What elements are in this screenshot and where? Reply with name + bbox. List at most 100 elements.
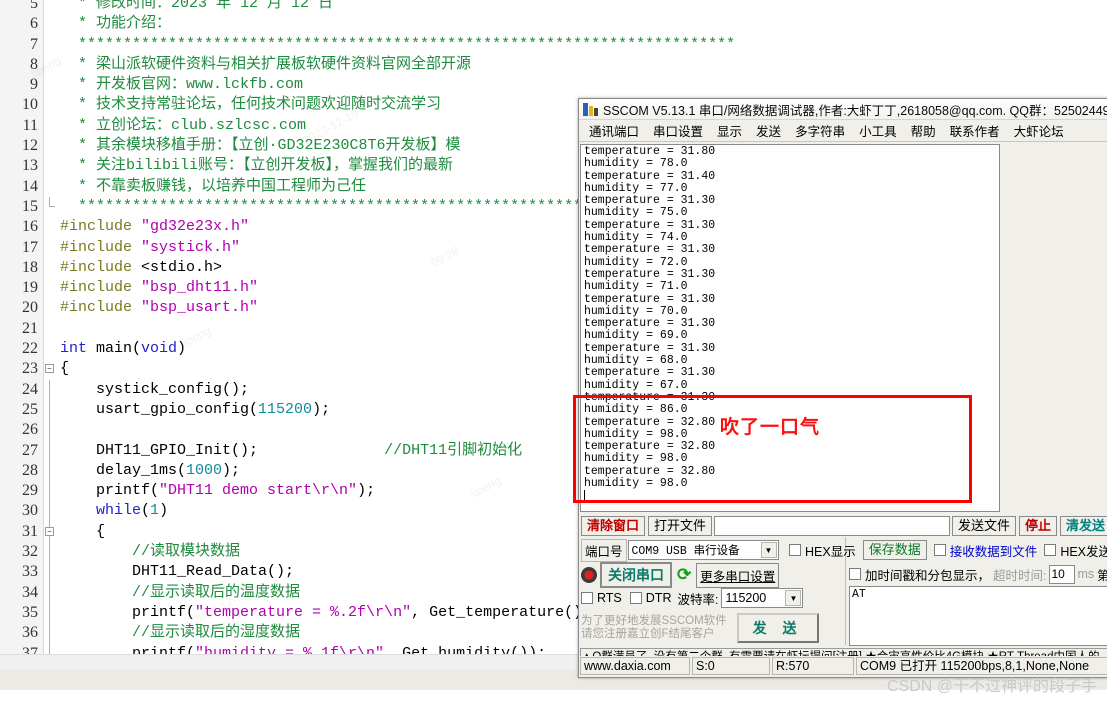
line-number: 13 [22, 157, 38, 175]
terminal-line: temperature = 31.30 [584, 366, 716, 380]
line-number: 34 [22, 583, 38, 601]
fold-toggle-icon[interactable]: − [45, 526, 54, 536]
menu-item-2[interactable]: 显示 [710, 119, 749, 142]
code-text: printf("DHT11 demo start\r\n"); [60, 482, 376, 500]
timeout-input[interactable]: 10 [1048, 564, 1075, 584]
line-number: 12 [22, 137, 38, 155]
fold-guide-line [49, 582, 50, 603]
timestamp-settings-row[interactable]: 加时间戳和分包显示， 超时时间: 10 ms 第 1 字节 [849, 563, 1107, 585]
more-port-settings-button[interactable]: 更多串口设置 [696, 562, 780, 588]
code-text: systick_config(); [60, 380, 250, 398]
line-number: 16 [22, 218, 38, 236]
close-port-button[interactable]: 关闭串口 [600, 562, 672, 588]
line-number: 14 [22, 177, 38, 195]
line-number: 6 [30, 15, 38, 33]
fold-guide-line [49, 420, 50, 441]
line-number: 35 [22, 603, 38, 621]
refresh-icon[interactable]: ⟳ [677, 565, 691, 585]
hex-send-checkbox[interactable] [1044, 544, 1057, 556]
line-number: 18 [22, 258, 38, 276]
save-data-button[interactable]: 保存数据 [862, 540, 927, 560]
code-line[interactable]: 7 **************************************… [0, 35, 1107, 55]
registration-promo-text: 为了更好地发展SSCOM软件 请您注册嘉立创F结尾客户 [581, 615, 727, 640]
code-text: * 立创论坛：club.szlcsc.com [60, 116, 307, 134]
line-number: 36 [22, 624, 38, 642]
menu-bar[interactable]: 通讯端口 串口设置 显示 发送 多字符串 小工具 帮助 联系作者 大虾论坛 [579, 120, 1107, 142]
window-title: SSCOM V5.13.1 串口/网络数据调试器,作者:大虾丁丁,2618058… [603, 103, 1107, 118]
menu-item-0[interactable]: 通讯端口 [582, 119, 646, 142]
code-text: * 功能介绍： [60, 15, 172, 33]
code-text: //读取模块数据 [132, 543, 241, 561]
port-selection-row[interactable]: 端口号 COM9 USB 串行设备 ▼ HEX显示 保存数据 接收数据到文件 H… [581, 538, 1107, 562]
line-number: 5 [30, 0, 38, 12]
menu-item-6[interactable]: 帮助 [904, 119, 943, 142]
line-number: 26 [22, 421, 38, 439]
code-text: { [60, 522, 106, 540]
text-caret [584, 490, 585, 501]
port-select[interactable]: COM9 USB 串行设备 ▼ [627, 540, 779, 560]
line-number: 10 [22, 96, 38, 114]
window-title-bar[interactable]: SSCOM V5.13.1 串口/网络数据调试器,作者:大虾丁丁,2618058… [579, 99, 1107, 120]
terminal-line: temperature = 31.30 [584, 243, 716, 257]
code-line[interactable]: 8 * 梁山派软硬件资料与相关扩展板软硬件资料官网全部开源 [0, 55, 1107, 75]
line-number: 17 [22, 238, 38, 256]
chevron-down-icon[interactable]: ▼ [785, 590, 802, 606]
receive-to-file-checkbox[interactable] [933, 544, 946, 556]
hex-display-checkbox[interactable] [789, 544, 802, 556]
timeout-label: 超时时间: [993, 568, 1047, 583]
line-number: 25 [22, 400, 38, 418]
code-text: { [60, 360, 70, 378]
menu-item-1[interactable]: 串口设置 [646, 119, 710, 142]
menu-item-5[interactable]: 小工具 [852, 119, 904, 142]
terminal-line: temperature = 31.30 [584, 292, 716, 306]
chevron-down-icon[interactable]: ▼ [760, 542, 777, 558]
receive-data-panel[interactable]: temperature = 31.80 humidity = 78.0 temper… [580, 144, 1000, 512]
stop-button[interactable]: 停止 [1018, 516, 1057, 536]
line-number: 19 [22, 279, 38, 297]
dtr-checkbox[interactable] [629, 592, 642, 604]
fold-toggle-icon[interactable]: − [45, 364, 54, 374]
rts-checkbox[interactable] [581, 592, 593, 604]
open-file-button[interactable]: 打开文件 [648, 516, 713, 536]
clear-window-button[interactable]: 清除窗口 [581, 516, 646, 536]
port-label: 端口号 [581, 538, 627, 562]
code-text: DHT11_GPIO_Init(); //DHT11引脚初始化 [60, 441, 523, 459]
receive-data-text: temperature = 31.80 humidity = 78.0 temper… [581, 145, 999, 504]
menu-item-3[interactable]: 发送 [749, 119, 788, 142]
code-text: while(1) [96, 502, 169, 520]
send-file-path-input[interactable] [714, 516, 950, 536]
send-file-toolbar[interactable]: 清除窗口 打开文件 发送文件 停止 清发送 [581, 515, 1107, 537]
baud-rate-select[interactable]: 115200 ▼ [721, 588, 804, 608]
code-line[interactable]: 5 * 修改时间：2023 年 12 月 12 日 [0, 0, 1107, 14]
clear-send-button[interactable]: 清发送 [1059, 516, 1107, 536]
menu-item-4[interactable]: 多字符串 [788, 119, 852, 142]
code-text: ****************************************… [60, 35, 736, 53]
line-number: 21 [22, 319, 38, 337]
menu-item-8[interactable]: 大虾论坛 [1007, 119, 1071, 142]
port-status-led-icon [581, 567, 597, 583]
line-number: 20 [22, 299, 38, 317]
code-text: #include <stdio.h> [60, 258, 223, 276]
fold-end-marker [49, 196, 55, 207]
send-text-value: AT [852, 588, 866, 601]
send-text-area[interactable]: AT [849, 586, 1107, 646]
code-line[interactable]: 9 * 开发板官网：www.lckfb.com [0, 75, 1107, 95]
port-select-value: COM9 USB 串行设备 [631, 545, 740, 558]
timestamp-checkbox[interactable] [849, 568, 861, 580]
baud-rate-value: 115200 [725, 591, 767, 605]
send-button[interactable]: 发 送 [736, 613, 819, 643]
line-number: 7 [30, 35, 38, 53]
code-text: * 梁山派软硬件资料与相关扩展板软硬件资料官网全部开源 [60, 55, 472, 73]
menu-item-7[interactable]: 联系作者 [943, 119, 1007, 142]
line-number: 33 [22, 563, 38, 581]
code-text: #include "gd32e23x.h" [60, 218, 250, 236]
status-received-count: R:570 [772, 657, 854, 675]
send-file-button[interactable]: 发送文件 [951, 516, 1016, 536]
code-text: delay_1ms(1000); [60, 461, 241, 479]
code-line[interactable]: 6 * 功能介绍： [0, 14, 1107, 34]
timestamp-label: 加时间戳和分包显示， [865, 568, 991, 583]
dtr-label: DTR [645, 591, 672, 605]
status-website[interactable]: www.daxia.com [580, 657, 690, 675]
fold-guide-line [49, 623, 50, 644]
sscom-window[interactable]: SSCOM V5.13.1 串口/网络数据调试器,作者:大虾丁丁,2618058… [573, 98, 1107, 678]
